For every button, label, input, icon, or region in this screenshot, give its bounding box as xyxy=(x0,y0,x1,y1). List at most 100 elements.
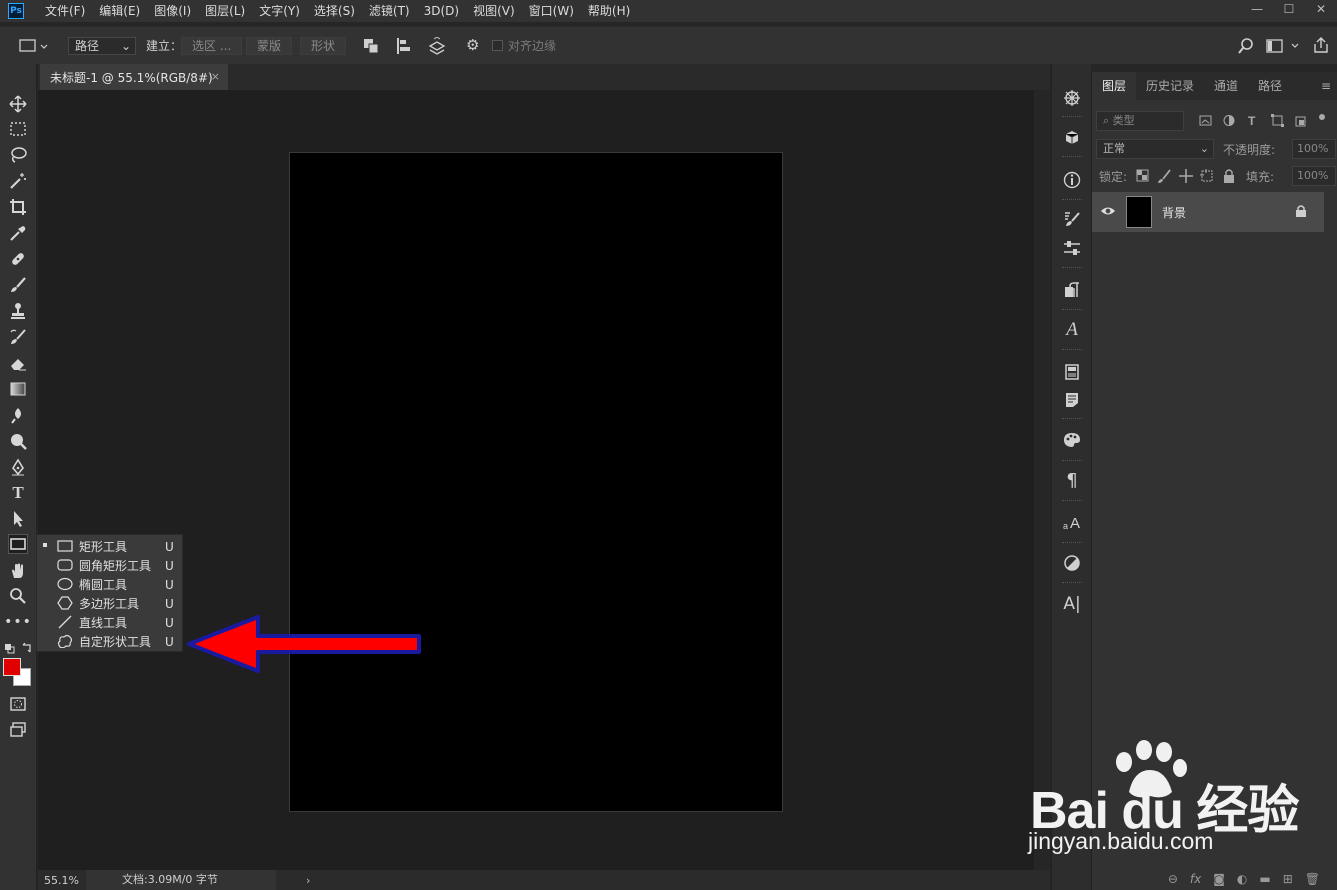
layer-row[interactable]: 背景 xyxy=(1092,192,1324,232)
menu-view[interactable]: 视图(V) xyxy=(466,0,522,22)
gradient-tool-icon[interactable] xyxy=(8,379,28,399)
fill-field[interactable]: 100% xyxy=(1292,166,1336,186)
search-icon[interactable] xyxy=(1238,38,1254,54)
menu-help[interactable]: 帮助(H) xyxy=(581,0,637,22)
history-brush-tool-icon[interactable] xyxy=(8,327,28,347)
swap-colors-icon[interactable] xyxy=(4,642,34,656)
align-edges-checkbox[interactable] xyxy=(492,40,503,51)
gear-icon[interactable]: ⚙ xyxy=(466,36,479,54)
canvas-area[interactable] xyxy=(38,90,1034,870)
tab-channels[interactable]: 通道 xyxy=(1204,72,1248,100)
flyout-item-line[interactable]: 直线工具 U xyxy=(37,613,184,632)
eyedropper-tool-icon[interactable] xyxy=(8,223,28,243)
flyout-item-custom-shape[interactable]: 自定形状工具 U xyxy=(37,632,184,651)
zoom-tool-icon[interactable] xyxy=(8,586,28,606)
lasso-tool-icon[interactable] xyxy=(8,145,28,165)
flyout-item-polygon[interactable]: 多边形工具 U xyxy=(37,594,184,613)
menu-select[interactable]: 选择(S) xyxy=(307,0,362,22)
mask-button[interactable]: 蒙版 xyxy=(246,37,293,55)
new-layer-icon[interactable]: ⊞ xyxy=(1283,872,1293,886)
folder-icon[interactable]: ▬ xyxy=(1259,872,1270,886)
menu-3d[interactable]: 3D(D) xyxy=(417,0,466,22)
close-icon[interactable]: × xyxy=(211,70,220,83)
chevron-down-icon: ⌄ xyxy=(1199,142,1209,155)
quick-mask-icon[interactable] xyxy=(8,694,28,714)
fx-icon[interactable]: fx xyxy=(1190,872,1201,886)
menu-type[interactable]: 文字(Y) xyxy=(252,0,307,22)
flyout-item-rectangle[interactable]: 矩形工具 U xyxy=(37,537,184,556)
move-tool-icon[interactable] xyxy=(8,94,28,114)
brush-tool-icon[interactable] xyxy=(8,275,28,295)
type-tool-icon[interactable]: T xyxy=(8,483,28,503)
eraser-tool-icon[interactable] xyxy=(8,353,28,373)
dodge-tool-icon[interactable] xyxy=(8,431,28,451)
3d-icon[interactable] xyxy=(1062,128,1082,148)
path-operations-icon[interactable] xyxy=(362,37,380,55)
link-icon[interactable]: ⊖ xyxy=(1168,872,1178,886)
path-alignment-icon[interactable] xyxy=(395,37,413,55)
path-arrangement-icon[interactable] xyxy=(427,37,447,55)
shape-button[interactable]: 形状 xyxy=(300,37,347,55)
document-tab[interactable]: 未标题-1 @ 55.1%(RGB/8#) × xyxy=(40,64,228,90)
flyout-item-ellipse[interactable]: 椭圆工具 U xyxy=(37,575,184,594)
selection-button[interactable]: 选区 ... xyxy=(181,37,243,55)
path-selection-tool-icon[interactable] xyxy=(8,509,28,529)
layer-name[interactable]: 背景 xyxy=(1162,204,1186,221)
glyphs-icon[interactable]: Aa xyxy=(1062,512,1082,532)
mask-icon[interactable]: ◙ xyxy=(1213,872,1225,886)
adjustment-icon[interactable]: ◐ xyxy=(1237,872,1247,886)
character-styles-icon[interactable]: A xyxy=(1062,319,1082,340)
pen-tool-icon[interactable] xyxy=(8,457,28,477)
status-menu-chevron-icon[interactable]: › xyxy=(276,874,310,887)
notes-icon[interactable] xyxy=(1062,390,1082,410)
menu-file[interactable]: 文件(F) xyxy=(38,0,92,22)
screen-mode-icon[interactable] xyxy=(8,720,28,740)
marquee-tool-icon[interactable] xyxy=(8,119,28,139)
stamp-tool-icon[interactable] xyxy=(8,301,28,321)
adjustments-icon[interactable] xyxy=(1062,553,1082,573)
menu-edit[interactable]: 编辑(E) xyxy=(92,0,147,22)
info-icon[interactable] xyxy=(1062,170,1082,190)
menu-window[interactable]: 窗口(W) xyxy=(522,0,581,22)
brush-settings-icon[interactable] xyxy=(1062,209,1082,229)
menu-filter[interactable]: 滤镜(T) xyxy=(362,0,417,22)
foreground-color-swatch[interactable] xyxy=(3,658,21,676)
hand-tool-icon[interactable] xyxy=(8,561,28,581)
mode-select[interactable]: 路径 ⌄ xyxy=(68,37,136,55)
zoom-level[interactable]: 55.1% xyxy=(38,874,86,887)
tab-history[interactable]: 历史记录 xyxy=(1136,72,1204,100)
tab-layers[interactable]: 图层 xyxy=(1092,72,1137,100)
navigator-icon[interactable] xyxy=(1062,88,1082,108)
lock-options-icons[interactable] xyxy=(1136,168,1246,184)
layer-filter-icons[interactable]: T xyxy=(1198,114,1326,128)
healing-brush-tool-icon[interactable] xyxy=(8,249,28,269)
trash-icon[interactable]: 🗑 xyxy=(1305,872,1320,886)
eye-icon[interactable] xyxy=(1100,204,1116,218)
opacity-field[interactable]: 100% xyxy=(1292,139,1336,159)
menu-layer[interactable]: 图层(L) xyxy=(198,0,252,22)
paragraph-icon[interactable]: ¶ xyxy=(1062,470,1082,491)
blend-mode-select[interactable]: 正常 ⌄ xyxy=(1096,139,1214,159)
panel-menu-icon[interactable]: ≡ xyxy=(1321,79,1331,93)
character-icon[interactable]: A| xyxy=(1062,594,1082,614)
libraries-icon[interactable] xyxy=(1062,362,1082,382)
share-icon[interactable] xyxy=(1312,36,1330,54)
swatches-palette-icon[interactable] xyxy=(1062,430,1082,450)
blur-tool-icon[interactable] xyxy=(8,405,28,425)
tab-paths[interactable]: 路径 xyxy=(1248,72,1292,100)
rectangle-tool-icon[interactable] xyxy=(8,534,28,554)
tool-preset-rectangle-icon[interactable] xyxy=(18,38,48,54)
magic-wand-tool-icon[interactable] xyxy=(8,171,28,191)
close-button[interactable]: ✕ xyxy=(1305,0,1337,18)
flyout-item-rounded-rectangle[interactable]: 圆角矩形工具 U xyxy=(37,556,184,575)
document-canvas[interactable] xyxy=(289,152,783,812)
menu-image[interactable]: 图像(I) xyxy=(147,0,198,22)
adjustments-sliders-icon[interactable] xyxy=(1062,238,1082,258)
minimize-button[interactable]: — xyxy=(1241,0,1273,18)
layer-filter-select[interactable]: ⌕ 类型 xyxy=(1096,111,1184,131)
workspace-icon[interactable] xyxy=(1266,38,1302,54)
more-tools-icon[interactable]: ••• xyxy=(4,612,31,632)
paragraph-styles-icon[interactable] xyxy=(1062,280,1082,300)
crop-tool-icon[interactable] xyxy=(8,197,28,217)
maximize-button[interactable]: ☐ xyxy=(1273,0,1305,18)
